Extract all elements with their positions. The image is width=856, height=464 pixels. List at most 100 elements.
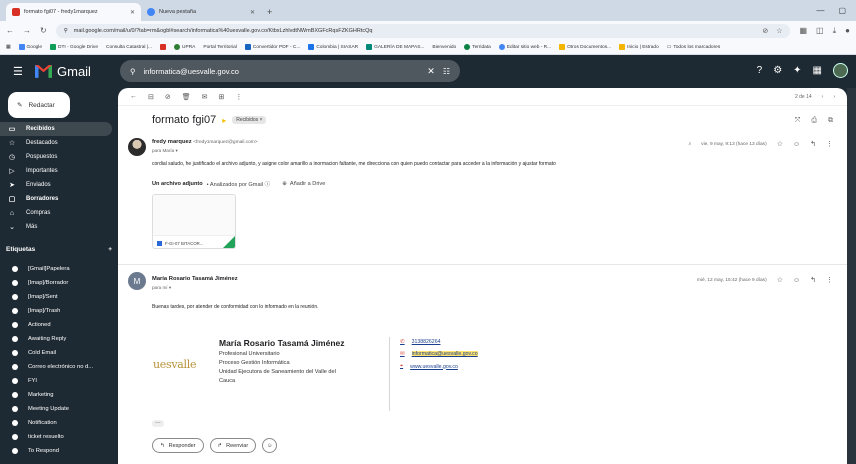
- label-item[interactable]: ticket resuelto: [0, 430, 118, 444]
- maximize-icon[interactable]: ▢: [838, 6, 846, 15]
- recipient-toggle[interactable]: para María ▾: [152, 148, 178, 154]
- back-to-list-icon[interactable]: ←: [130, 93, 137, 100]
- sidebar-item-important[interactable]: ▷ Importantes: [0, 164, 118, 178]
- bookmark-item[interactable]: [160, 44, 167, 50]
- help-icon[interactable]: ?: [757, 65, 763, 76]
- forward-button[interactable]: ↱ Reenviar: [209, 438, 257, 453]
- bookmark-item[interactable]: DTI - Google Drive: [50, 44, 98, 50]
- bookmark-item[interactable]: Colombia | SIASAR: [308, 44, 358, 50]
- settings-gear-icon[interactable]: ⚙: [773, 65, 782, 76]
- label-item[interactable]: Awaiting Reply: [0, 332, 118, 346]
- bookmark-item[interactable]: GALERÍA DE MAPAS...: [366, 44, 424, 50]
- sidebar-item-more[interactable]: ⌄ Más: [0, 220, 118, 234]
- account-avatar[interactable]: [833, 63, 848, 78]
- bookmark-item[interactable]: Bienvenido: [432, 45, 456, 50]
- site-info-icon[interactable]: ⚲: [64, 28, 68, 34]
- star-icon[interactable]: ☆: [777, 276, 783, 284]
- reply-icon[interactable]: ↰: [810, 276, 816, 284]
- sidebar-item-sent[interactable]: ➤ Enviados: [0, 178, 118, 192]
- signature-phone[interactable]: ✆ 3138826264: [400, 339, 440, 345]
- compose-button[interactable]: ✎ Redactar: [8, 92, 70, 118]
- label-item[interactable]: Notification: [0, 416, 118, 430]
- label-item[interactable]: [Imap]/Borrador: [0, 276, 118, 290]
- new-tab-button[interactable]: +: [261, 3, 278, 21]
- bookmark-star-icon[interactable]: ☆: [776, 27, 782, 35]
- sender-avatar[interactable]: [128, 138, 146, 156]
- reply-button[interactable]: ↰ Responder: [152, 438, 204, 453]
- emoji-button[interactable]: ☺: [262, 438, 278, 453]
- close-tab-icon[interactable]: ✕: [130, 9, 135, 16]
- more-options-icon[interactable]: ⋮: [235, 93, 242, 101]
- search-bar[interactable]: ⚲ informatica@uesvalle.gov.co ✕ ☷: [120, 60, 460, 82]
- sender-name[interactable]: fredy marquez: [152, 139, 192, 145]
- back-icon[interactable]: ←: [6, 26, 14, 35]
- bookmark-item[interactable]: Editar sitio web - R...: [498, 44, 551, 50]
- bookmark-item[interactable]: ▭ Todos los marcadores: [667, 45, 720, 50]
- sidebar-item-purchases[interactable]: ⌂ Compras: [0, 206, 118, 220]
- apps-icon[interactable]: ▦: [6, 45, 11, 50]
- label-item[interactable]: Marketing: [0, 388, 118, 402]
- download-icon[interactable]: ⤓: [833, 26, 837, 36]
- add-to-drive-button[interactable]: ⊕ Añadir a Drive: [282, 181, 325, 187]
- main-menu-icon[interactable]: ☰: [13, 65, 29, 78]
- collapse-all-icon[interactable]: ⤧: [795, 117, 801, 125]
- forward-icon[interactable]: →: [23, 26, 31, 35]
- search-input[interactable]: informatica@uesvalle.gov.co: [144, 67, 239, 76]
- label-item[interactable]: Meeting Update: [0, 402, 118, 416]
- profile-icon[interactable]: ●: [845, 26, 850, 36]
- label-item[interactable]: FYI: [0, 374, 118, 388]
- bookmark-item[interactable]: Google: [18, 44, 42, 50]
- emoji-react-icon[interactable]: ☺: [793, 277, 800, 284]
- gmail-logo[interactable]: Gmail: [35, 64, 91, 79]
- add-label-button[interactable]: +: [108, 246, 112, 253]
- search-icon[interactable]: ⚲: [130, 67, 136, 76]
- reply-icon[interactable]: ↰: [810, 140, 816, 148]
- minimize-icon[interactable]: —: [816, 6, 824, 15]
- important-marker-icon[interactable]: ▸: [222, 116, 226, 125]
- label-item[interactable]: [Imap]/Trash: [0, 304, 118, 318]
- report-spam-icon[interactable]: ⊘: [165, 93, 171, 101]
- bookmark-item[interactable]: Terridata: [464, 44, 491, 50]
- apps-grid-icon[interactable]: ▦: [813, 65, 822, 76]
- search-options-icon[interactable]: ☷: [443, 67, 450, 76]
- move-to-icon[interactable]: ⊞: [219, 93, 225, 101]
- inbox-label-chip[interactable]: Recibidos ×: [232, 116, 267, 124]
- bookmark-item[interactable]: Otros Documentos...: [559, 44, 611, 50]
- more-vert-icon[interactable]: ⋮: [826, 276, 833, 284]
- more-vert-icon[interactable]: ⋮: [826, 140, 833, 148]
- prev-icon[interactable]: ‹: [822, 94, 824, 100]
- sidebar-item-snoozed[interactable]: ◷ Pospuestos: [0, 150, 118, 164]
- label-item[interactable]: [Imap]/Sent: [0, 290, 118, 304]
- extensions-icon[interactable]: ▦: [799, 26, 807, 36]
- sidepanel-icon[interactable]: ◫: [816, 26, 824, 36]
- sender-name[interactable]: María Rosario Tasamá Jiménez: [152, 276, 238, 282]
- bookmark-item[interactable]: Portal Territorial: [203, 45, 237, 50]
- gemini-icon[interactable]: ✦: [793, 65, 801, 76]
- signature-website[interactable]: ⌖ www.uesvalle.gov.co: [400, 363, 458, 370]
- bookmark-item[interactable]: Convertidor PDF - C...: [244, 44, 300, 50]
- archive-icon[interactable]: ⊟: [148, 93, 154, 101]
- label-item[interactable]: [Gmail]Papelera: [0, 262, 118, 276]
- mark-unread-icon[interactable]: ✉: [202, 93, 208, 101]
- bookmark-item[interactable]: UPRA: [174, 44, 195, 50]
- next-icon[interactable]: ›: [833, 94, 835, 100]
- star-icon[interactable]: ☆: [777, 140, 783, 148]
- label-item[interactable]: To Respond: [0, 444, 118, 458]
- browser-tab-new[interactable]: Nueva pestaña ✕: [141, 3, 261, 21]
- url-field[interactable]: ⚲ mail.google.com/mail/u/0/?tab=rm&ogbl#…: [55, 23, 791, 38]
- sidebar-item-starred[interactable]: ☆ Destacados: [0, 136, 118, 150]
- attachment-card[interactable]: F-GI-07 BITACOR...: [152, 194, 236, 249]
- label-item[interactable]: Actioned: [0, 318, 118, 332]
- close-tab-icon[interactable]: ✕: [250, 9, 255, 16]
- bookmark-item[interactable]: Inicio | Estrado: [619, 44, 659, 50]
- reload-icon[interactable]: ↻: [40, 26, 47, 35]
- sender-avatar[interactable]: M: [128, 272, 146, 290]
- clear-search-icon[interactable]: ✕: [427, 66, 435, 77]
- show-trimmed-content-button[interactable]: …: [152, 419, 164, 427]
- browser-tab-gmail[interactable]: formato fgi07 - fredy1marquez ✕: [6, 3, 141, 21]
- key-icon[interactable]: ⊘: [762, 27, 768, 35]
- sidebar-item-drafts[interactable]: ▢ Borradores: [0, 192, 118, 206]
- signature-email[interactable]: ✉ informatica@uesvalle.gov.co: [400, 351, 478, 357]
- print-icon[interactable]: ⎙: [811, 117, 817, 125]
- label-item[interactable]: Cold Email: [0, 346, 118, 360]
